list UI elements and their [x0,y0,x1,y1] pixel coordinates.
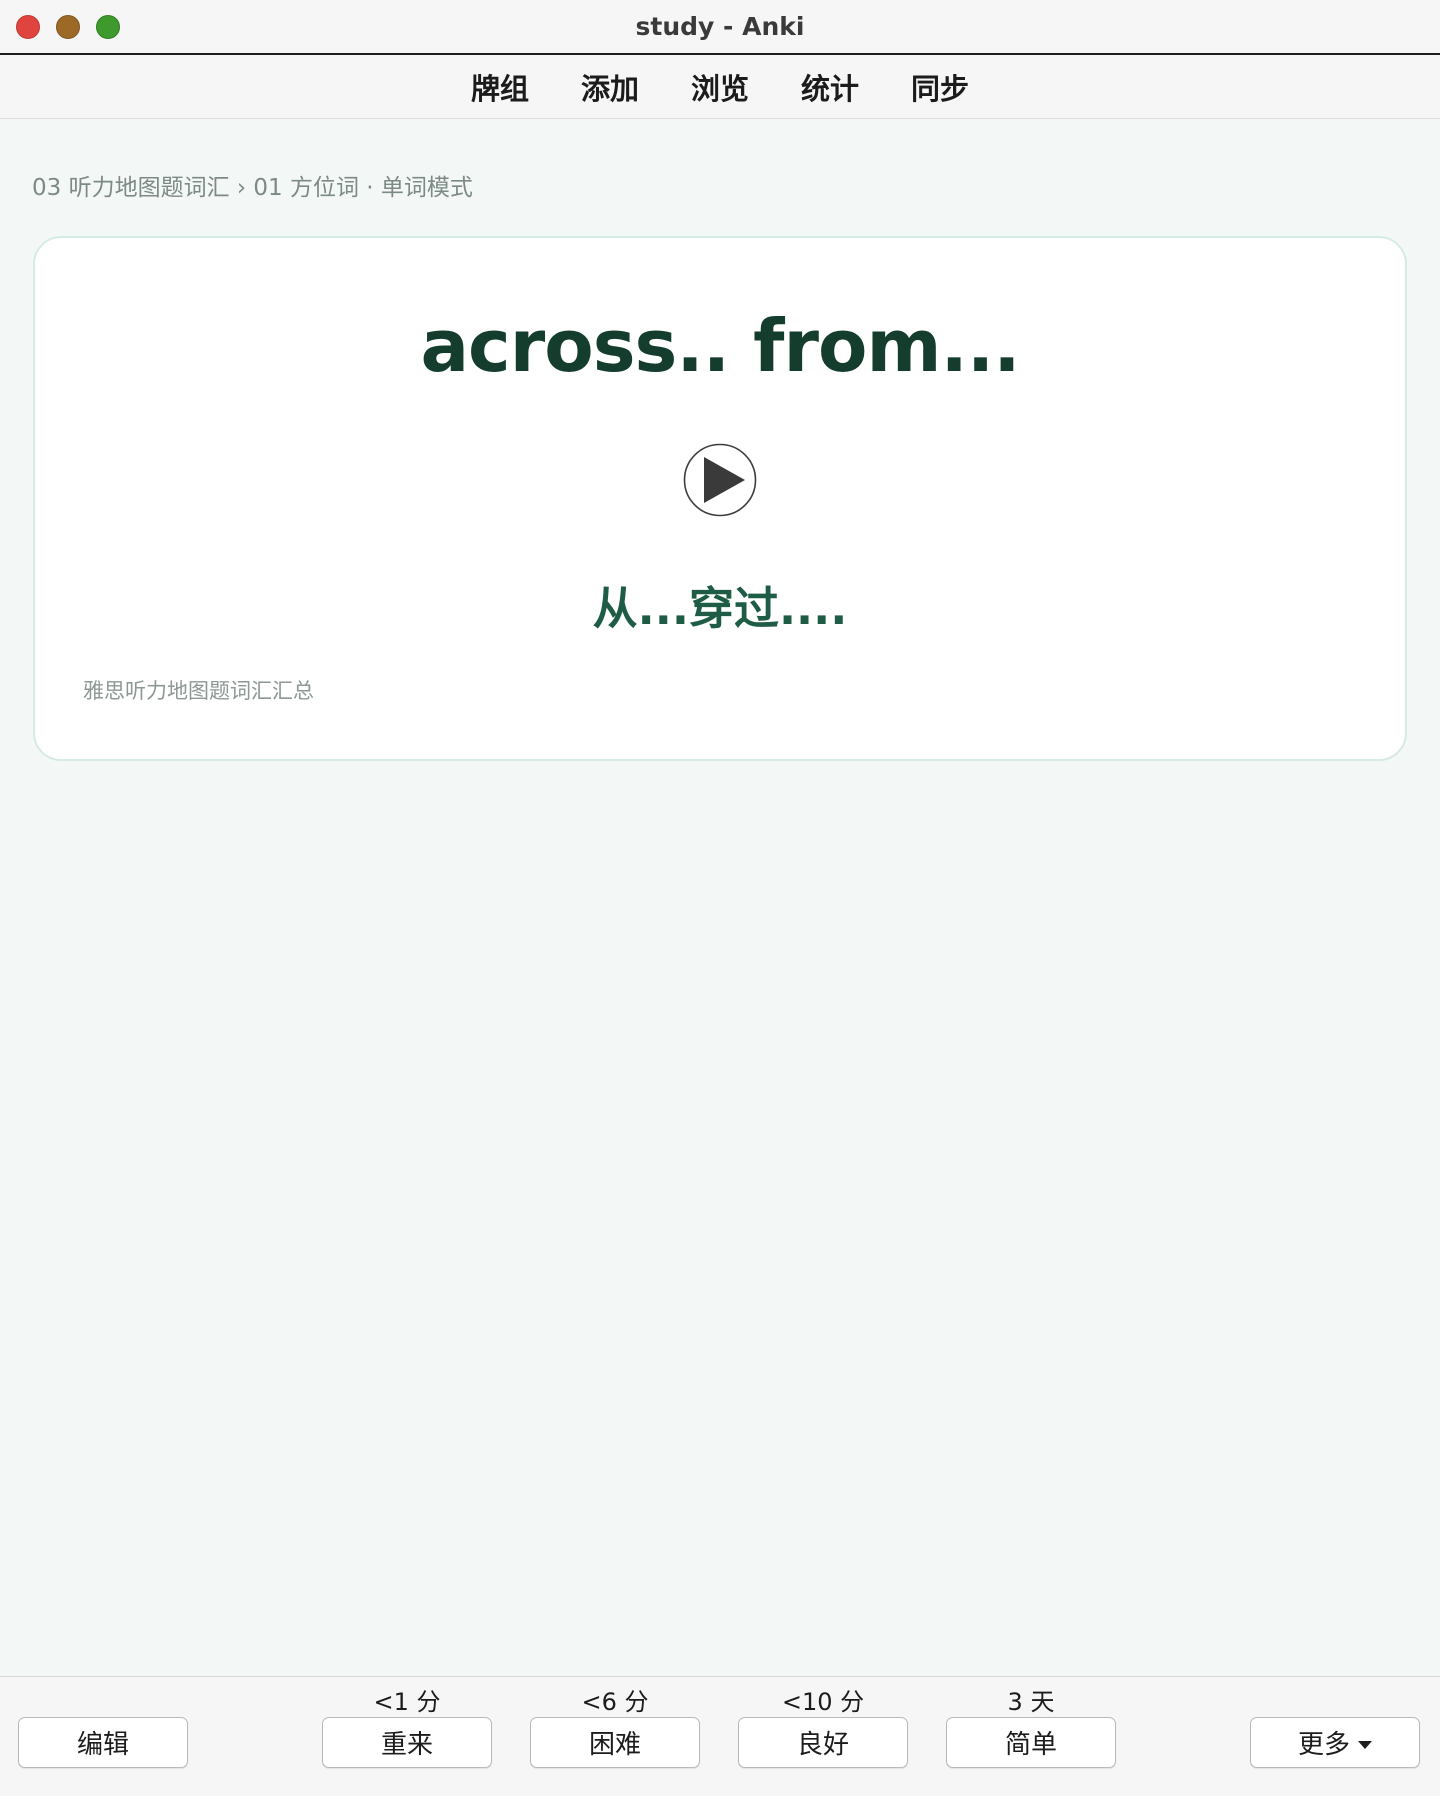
toolbar-add[interactable]: 添加 [581,66,639,108]
card-source-text: 雅思听力地图题词汇汇总 [83,679,314,703]
main-toolbar: 牌组 添加 浏览 统计 同步 [0,55,1440,119]
deck-breadcrumb: 03 听力地图题词汇 › 01 方位词 · 单词模式 [32,175,473,201]
hard-button-label: 困难 [588,1730,641,1760]
easy-button[interactable]: 简单 [946,1717,1116,1768]
caret-down-icon [1358,1740,1372,1749]
answer-bar [0,1676,1440,1796]
interval-hard: <6 分 [581,1688,649,1716]
flashcard: across.. from... 从...穿过.... 雅思听力地图题词汇汇总 [33,236,1407,761]
again-button-label: 重来 [380,1730,433,1760]
toolbar-browse[interactable]: 浏览 [691,66,749,108]
good-button-label: 良好 [796,1730,849,1760]
interval-good: <10 分 [781,1688,865,1716]
good-button[interactable]: 良好 [738,1717,908,1768]
card-back-text: 从...穿过.... [592,582,848,635]
edit-button-label: 编辑 [76,1730,129,1760]
play-icon[interactable] [683,443,757,517]
toolbar-stats[interactable]: 统计 [801,66,859,108]
anki-window: study - Anki 牌组 添加 浏览 统计 同步 03 听力地图题词汇 ›… [0,0,1440,1796]
window-title: study - Anki [635,12,805,41]
hard-button[interactable]: 困难 [530,1717,700,1768]
interval-easy: 3 天 [1007,1688,1055,1716]
again-button[interactable]: 重来 [322,1717,492,1768]
toolbar-sync[interactable]: 同步 [911,66,969,108]
interval-again: <1 分 [373,1688,441,1716]
more-button-label: 更多 [1297,1730,1350,1760]
card-front-text: across.. from... [420,304,1020,388]
easy-button-label: 简单 [1004,1730,1057,1760]
more-button[interactable]: 更多 [1250,1717,1420,1768]
edit-button[interactable]: 编辑 [18,1717,188,1768]
title-bar[interactable]: study - Anki [0,0,1440,55]
toolbar-decks[interactable]: 牌组 [471,66,529,108]
